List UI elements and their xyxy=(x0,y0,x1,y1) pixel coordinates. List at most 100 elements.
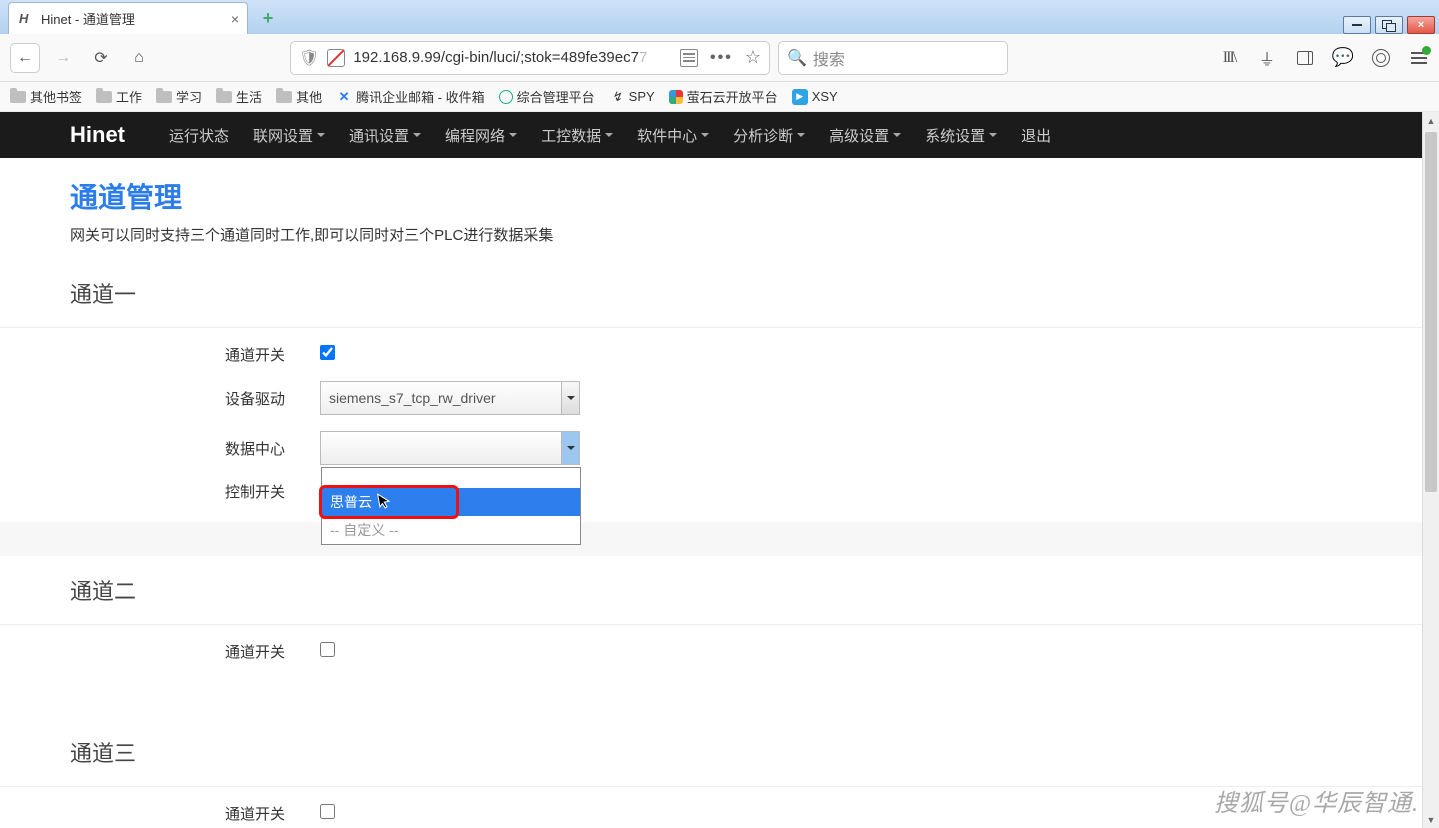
search-icon: 🔍 xyxy=(787,48,807,68)
shield-icon: 🛡 xyxy=(299,48,319,68)
folder-icon xyxy=(156,91,172,103)
link-icon: ▶ xyxy=(792,89,808,105)
scrollbar-thumb[interactable] xyxy=(1425,132,1437,492)
chevron-down-icon xyxy=(605,133,613,141)
sidebar-icon[interactable] xyxy=(1295,48,1315,68)
label-ch1-switch: 通道开关 xyxy=(70,344,320,365)
link-icon: ↯ xyxy=(609,89,625,105)
url-text: 192.168.9.99/cgi-bin/luci/;stok=489fe39e… xyxy=(353,49,647,66)
new-tab-button[interactable]: + xyxy=(254,4,282,32)
tab-title: Hinet - 通道管理 xyxy=(41,9,135,28)
window-maximize-button[interactable] xyxy=(1375,16,1403,34)
nav-forward-button[interactable]: → xyxy=(48,43,78,73)
nav-item-advanced[interactable]: 高级设置 xyxy=(829,125,901,146)
tab-close-icon[interactable]: × xyxy=(231,11,239,27)
scroll-down-icon[interactable]: ▼ xyxy=(1423,811,1439,828)
window-minimize-button[interactable] xyxy=(1343,16,1371,34)
chevron-down-icon xyxy=(317,133,325,141)
label-ctrl-switch: 控制开关 xyxy=(70,481,320,502)
browser-tab[interactable]: H Hinet - 通道管理 × xyxy=(8,2,248,34)
section-ch2-heading: 通道二 xyxy=(70,574,1422,606)
nav-item-status[interactable]: 运行状态 xyxy=(169,125,229,146)
data-center-dropdown: 思普云 -- 自定义 -- xyxy=(321,467,581,545)
bookmark-link[interactable]: ▶XSY xyxy=(792,89,838,105)
folder-icon xyxy=(276,91,292,103)
window-controls: × xyxy=(1343,14,1439,34)
section-ch1-heading: 通道一 xyxy=(70,277,1422,309)
search-placeholder: 搜索 xyxy=(813,46,845,70)
nav-item-software[interactable]: 软件中心 xyxy=(637,125,709,146)
app-navbar: Hinet 运行状态 联网设置 通讯设置 编程网络 工控数据 软件中心 分析诊断… xyxy=(0,112,1422,158)
chevron-down-icon xyxy=(989,133,997,141)
library-icon[interactable]: III\ xyxy=(1219,48,1239,68)
chevron-down-icon xyxy=(797,133,805,141)
bookmark-link[interactable]: 萤石云开放平台 xyxy=(669,87,778,106)
section-ch3-heading: 通道三 xyxy=(70,736,1422,768)
chevron-down-icon xyxy=(893,133,901,141)
label-ch2-switch: 通道开关 xyxy=(70,641,320,662)
nav-reload-button[interactable]: ⟳ xyxy=(86,43,116,73)
nav-item-system[interactable]: 系统设置 xyxy=(925,125,997,146)
device-driver-value: siemens_s7_tcp_rw_driver xyxy=(329,390,496,406)
toolbar-right-cluster: III\ ⏚ 💬 xyxy=(1219,48,1429,68)
nav-item-logout[interactable]: 退出 xyxy=(1021,125,1051,146)
blocked-image-icon xyxy=(327,49,345,67)
ch2-switch-checkbox[interactable] xyxy=(320,642,335,657)
chevron-down-icon xyxy=(413,133,421,141)
bookmark-link[interactable]: ↯SPY xyxy=(609,89,655,105)
nav-item-program[interactable]: 编程网络 xyxy=(445,125,517,146)
bookmark-folder[interactable]: 工作 xyxy=(96,87,142,106)
page-actions-icon[interactable]: ••• xyxy=(710,49,733,67)
folder-icon xyxy=(216,91,232,103)
bookmark-folder[interactable]: 生活 xyxy=(216,87,262,106)
chat-icon[interactable]: 💬 xyxy=(1333,48,1353,68)
ch3-switch-checkbox[interactable] xyxy=(320,804,335,819)
app-brand[interactable]: Hinet xyxy=(70,122,125,148)
url-field[interactable]: 🛡 192.168.9.99/cgi-bin/luci/;stok=489fe3… xyxy=(290,41,770,75)
link-icon xyxy=(669,90,683,104)
bookmark-folder[interactable]: 学习 xyxy=(156,87,202,106)
watermark-text: 搜狐号@华辰智通. xyxy=(1214,783,1419,818)
bookmark-folder[interactable]: 其他书签 xyxy=(10,87,82,106)
page-content: Hinet 运行状态 联网设置 通讯设置 编程网络 工控数据 软件中心 分析诊断… xyxy=(0,112,1422,828)
cursor-icon xyxy=(377,491,394,511)
account-icon[interactable] xyxy=(1371,48,1391,68)
bookmark-link[interactable]: ✕腾讯企业邮箱 - 收件箱 xyxy=(336,87,485,106)
nav-item-comm[interactable]: 通讯设置 xyxy=(349,125,421,146)
pocket-icon[interactable]: ⏚ xyxy=(1257,48,1277,68)
nav-item-diag[interactable]: 分析诊断 xyxy=(733,125,805,146)
nav-item-plcdata[interactable]: 工控数据 xyxy=(541,125,613,146)
bookmark-link[interactable]: 综合管理平台 xyxy=(499,87,595,106)
scroll-up-icon[interactable]: ▲ xyxy=(1423,112,1439,129)
dropdown-option-custom[interactable]: -- 自定义 -- xyxy=(322,516,580,544)
link-icon: ✕ xyxy=(336,89,352,105)
dropdown-option-sipuyun[interactable]: 思普云 xyxy=(322,488,580,516)
search-box[interactable]: 🔍 搜索 xyxy=(778,41,1008,75)
window-close-button[interactable]: × xyxy=(1407,16,1435,34)
link-icon xyxy=(499,90,513,104)
data-center-select[interactable]: 思普云 -- 自定义 -- xyxy=(320,431,580,465)
bookmarks-toolbar: 其他书签 工作 学习 生活 其他 ✕腾讯企业邮箱 - 收件箱 综合管理平台 ↯S… xyxy=(0,82,1439,112)
label-data-center: 数据中心 xyxy=(70,438,320,459)
ch1-switch-checkbox[interactable] xyxy=(320,345,335,360)
vertical-scrollbar[interactable]: ▲ ▼ xyxy=(1422,112,1439,828)
tab-favicon: H xyxy=(19,11,35,27)
nav-home-button[interactable]: ⌂ xyxy=(124,43,154,73)
chevron-down-icon xyxy=(701,133,709,141)
label-device-driver: 设备驱动 xyxy=(70,388,320,409)
chevron-down-icon xyxy=(561,432,579,464)
folder-icon xyxy=(96,91,112,103)
chevron-down-icon xyxy=(509,133,517,141)
reader-mode-icon[interactable] xyxy=(680,49,698,67)
app-menu-icon[interactable] xyxy=(1409,48,1429,68)
page-title: 通道管理 xyxy=(70,176,1422,216)
page-description: 网关可以同时支持三个通道同时工作,即可以同时对三个PLC进行数据采集 xyxy=(70,224,1422,245)
bookmark-folder[interactable]: 其他 xyxy=(276,87,322,106)
dropdown-option-blank[interactable] xyxy=(322,468,580,488)
nav-back-button[interactable]: ← xyxy=(10,43,40,73)
device-driver-select[interactable]: siemens_s7_tcp_rw_driver xyxy=(320,381,580,415)
label-ch3-switch: 通道开关 xyxy=(70,803,320,824)
browser-toolbar: ← → ⟳ ⌂ 🛡 192.168.9.99/cgi-bin/luci/;sto… xyxy=(0,34,1439,82)
bookmark-star-icon[interactable]: ☆ xyxy=(745,47,761,68)
nav-item-network[interactable]: 联网设置 xyxy=(253,125,325,146)
